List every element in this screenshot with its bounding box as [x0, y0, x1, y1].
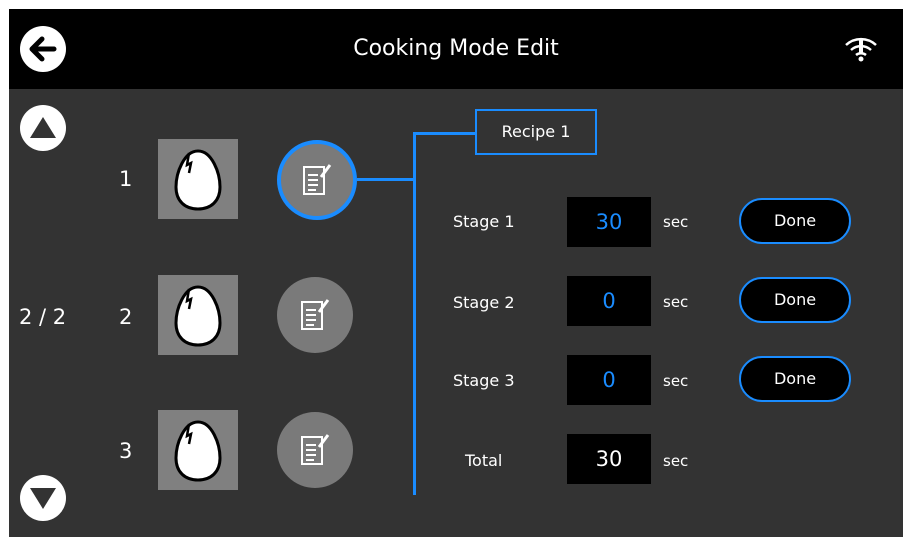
- screen: Cooking Mode Edit 2 / 2 1 2 3 Recipe 1 S…: [9, 9, 903, 537]
- egg-icon: [174, 285, 222, 347]
- connector-line-vertical: [413, 132, 416, 495]
- stage-3-unit: sec: [663, 372, 689, 390]
- row-number-2: 2: [119, 305, 133, 329]
- stage-1-time-input[interactable]: 30: [567, 197, 651, 247]
- stage-3-time-input[interactable]: 0: [567, 355, 651, 405]
- recipe-edit-button-1[interactable]: [277, 140, 357, 220]
- down-arrow-icon: [30, 488, 56, 509]
- total-time-value: 30: [567, 434, 651, 484]
- up-arrow-icon: [30, 117, 56, 138]
- stage-1-unit: sec: [663, 213, 689, 231]
- recipe-edit-icon: [303, 164, 332, 195]
- egg-icon: [174, 420, 222, 482]
- egg-tile-1[interactable]: [158, 139, 238, 219]
- egg-icon: [174, 149, 222, 211]
- connector-line-horizontal: [357, 178, 414, 181]
- stage-2-time-input[interactable]: 0: [567, 276, 651, 326]
- recipe-edit-button-3[interactable]: [277, 412, 353, 488]
- wifi-alert-icon[interactable]: [843, 35, 879, 63]
- page-indicator: 2 / 2: [19, 305, 67, 329]
- scroll-down-button[interactable]: [20, 475, 66, 521]
- recipe-label: Recipe 1: [475, 109, 597, 155]
- recipe-edit-button-2[interactable]: [277, 277, 353, 353]
- stage-2-unit: sec: [663, 293, 689, 311]
- total-label: Total: [465, 451, 503, 470]
- row-number-1: 1: [119, 167, 133, 191]
- stage-2-done-button[interactable]: Done: [739, 277, 851, 323]
- connector-line-top: [413, 132, 476, 135]
- scroll-up-button[interactable]: [20, 105, 66, 151]
- egg-tile-2[interactable]: [158, 275, 238, 355]
- recipe-edit-icon: [301, 299, 330, 330]
- stage-3-done-button[interactable]: Done: [739, 356, 851, 402]
- stage-1-done-button[interactable]: Done: [739, 198, 851, 244]
- total-unit: sec: [663, 452, 689, 470]
- row-number-3: 3: [119, 439, 133, 463]
- stage-2-label: Stage 2: [453, 293, 515, 312]
- egg-tile-3[interactable]: [158, 410, 238, 490]
- page-title: Cooking Mode Edit: [353, 36, 559, 61]
- recipe-edit-icon: [301, 434, 330, 465]
- stage-1-label: Stage 1: [453, 212, 515, 231]
- top-bar: Cooking Mode Edit: [9, 9, 903, 89]
- stage-3-label: Stage 3: [453, 371, 515, 390]
